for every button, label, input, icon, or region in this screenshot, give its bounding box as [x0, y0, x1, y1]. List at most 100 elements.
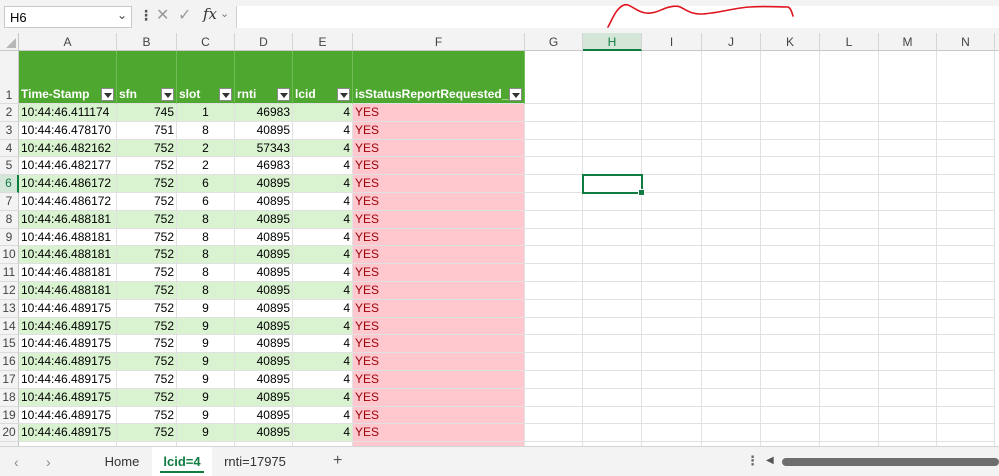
- horizontal-scrollbar[interactable]: ◀: [764, 455, 999, 468]
- grid-cell[interactable]: [937, 264, 995, 282]
- tab-home[interactable]: Home: [92, 447, 152, 476]
- grid-cell[interactable]: [937, 175, 995, 193]
- table-cell[interactable]: 10:44:46.489175: [19, 317, 117, 336]
- grid-cell[interactable]: [937, 139, 995, 158]
- grid-cell[interactable]: [702, 157, 761, 176]
- row-header[interactable]: 20: [0, 424, 19, 443]
- status-cell[interactable]: YES: [353, 371, 525, 389]
- filter-dropdown-icon[interactable]: [219, 88, 232, 101]
- row-header[interactable]: 15: [0, 335, 19, 354]
- column-header-b[interactable]: B: [117, 33, 177, 51]
- table-cell[interactable]: 752: [117, 228, 177, 247]
- grid-cell[interactable]: [525, 157, 583, 176]
- table-cell[interactable]: 4: [293, 193, 353, 211]
- grid-cell[interactable]: [702, 175, 761, 193]
- row-header[interactable]: 1: [0, 51, 19, 104]
- table-cell[interactable]: 40895: [235, 282, 293, 300]
- grid-cell[interactable]: [525, 246, 583, 265]
- grid-cell[interactable]: [642, 264, 702, 282]
- grid-cell[interactable]: [642, 353, 702, 371]
- grid-cell[interactable]: [761, 299, 820, 318]
- table-cell[interactable]: 4: [293, 104, 353, 122]
- grid-cell[interactable]: [820, 157, 879, 176]
- grid-cell[interactable]: [702, 299, 761, 318]
- table-cell[interactable]: 10:44:46.489175: [19, 353, 117, 371]
- table-cell[interactable]: 1: [177, 104, 235, 122]
- grid-cell[interactable]: [761, 371, 820, 389]
- grid-cell[interactable]: [702, 246, 761, 265]
- grid-cell[interactable]: [820, 388, 879, 407]
- grid-cell[interactable]: [937, 104, 995, 122]
- grid-cell[interactable]: [642, 157, 702, 176]
- table-cell[interactable]: 10:44:46.488181: [19, 246, 117, 265]
- table-header-cell[interactable]: slot: [177, 51, 235, 104]
- grid-cell[interactable]: [525, 210, 583, 229]
- grid-cell[interactable]: [761, 406, 820, 425]
- grid-cell[interactable]: [702, 228, 761, 247]
- table-cell[interactable]: 4: [293, 353, 353, 371]
- table-cell[interactable]: 4: [293, 175, 353, 193]
- table-cell[interactable]: 9: [177, 388, 235, 407]
- column-header-d[interactable]: D: [235, 33, 293, 51]
- grid-cell[interactable]: [761, 264, 820, 282]
- row-header[interactable]: 8: [0, 210, 19, 229]
- grid-cell[interactable]: [642, 317, 702, 336]
- grid-cell[interactable]: [702, 139, 761, 158]
- status-cell[interactable]: YES: [353, 157, 525, 176]
- grid-cell[interactable]: [583, 121, 642, 140]
- table-cell[interactable]: 10:44:46.482162: [19, 139, 117, 158]
- table-cell[interactable]: 10:44:46.489175: [19, 299, 117, 318]
- row-header[interactable]: 14: [0, 317, 19, 336]
- grid-cell[interactable]: [820, 121, 879, 140]
- grid-cell[interactable]: [820, 353, 879, 371]
- table-cell[interactable]: 4: [293, 406, 353, 425]
- grid-cell[interactable]: [583, 264, 642, 282]
- column-header-e[interactable]: E: [293, 33, 353, 51]
- column-header-c[interactable]: C: [177, 33, 235, 51]
- grid-cell[interactable]: [761, 228, 820, 247]
- grid-cell[interactable]: [702, 210, 761, 229]
- grid-cell[interactable]: [820, 264, 879, 282]
- column-header-i[interactable]: I: [642, 33, 702, 51]
- table-cell[interactable]: 10:44:46.489175: [19, 388, 117, 407]
- table-cell[interactable]: 752: [117, 246, 177, 265]
- name-box[interactable]: H6 ⌄: [4, 6, 132, 28]
- table-cell[interactable]: 8: [177, 210, 235, 229]
- table-cell[interactable]: 10:44:46.486172: [19, 175, 117, 193]
- grid-cell[interactable]: [525, 424, 583, 443]
- table-cell[interactable]: 752: [117, 264, 177, 282]
- table-cell[interactable]: 4: [293, 282, 353, 300]
- table-cell[interactable]: 4: [293, 157, 353, 176]
- grid-cell[interactable]: [525, 388, 583, 407]
- grid-cell[interactable]: [642, 335, 702, 354]
- grid-cell[interactable]: [642, 282, 702, 300]
- grid-cell[interactable]: [642, 121, 702, 140]
- grid-cell[interactable]: [820, 104, 879, 122]
- filter-dropdown-icon[interactable]: [277, 88, 290, 101]
- grid-cell[interactable]: [879, 246, 937, 265]
- table-cell[interactable]: 46983: [235, 104, 293, 122]
- row-header[interactable]: 2: [0, 104, 19, 122]
- grid-cell[interactable]: [525, 104, 583, 122]
- table-cell[interactable]: 752: [117, 210, 177, 229]
- grid-cell[interactable]: [879, 157, 937, 176]
- row-header[interactable]: 6: [0, 175, 19, 193]
- grid-cell[interactable]: [761, 317, 820, 336]
- expand-formula-icon[interactable]: ⌄: [220, 7, 229, 20]
- status-cell[interactable]: YES: [353, 406, 525, 425]
- grid-cell[interactable]: [583, 51, 642, 104]
- status-cell[interactable]: YES: [353, 228, 525, 247]
- grid-cell[interactable]: [583, 353, 642, 371]
- table-cell[interactable]: 40895: [235, 388, 293, 407]
- table-cell[interactable]: 40895: [235, 335, 293, 354]
- grid-cell[interactable]: [937, 121, 995, 140]
- tab-rnti-17975[interactable]: rnti=17975: [212, 447, 298, 476]
- grid-cell[interactable]: [761, 424, 820, 443]
- table-cell[interactable]: 10:44:46.411174: [19, 104, 117, 122]
- grid-cell[interactable]: [820, 246, 879, 265]
- grid-cell[interactable]: [761, 246, 820, 265]
- grid-cell[interactable]: [525, 264, 583, 282]
- table-cell[interactable]: 752: [117, 317, 177, 336]
- grid-cell[interactable]: [583, 299, 642, 318]
- grid-cell[interactable]: [583, 282, 642, 300]
